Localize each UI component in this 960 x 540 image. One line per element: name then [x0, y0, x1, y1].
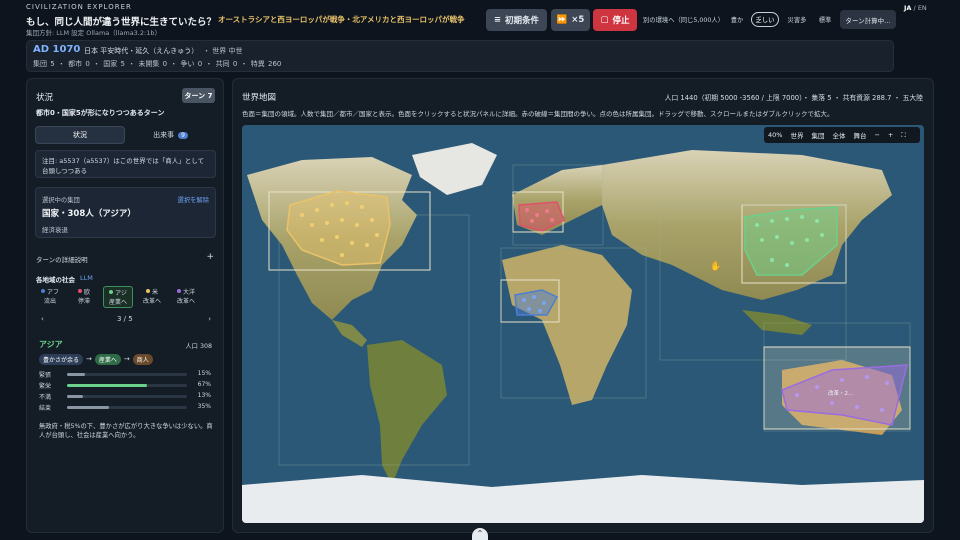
chevron-right-icon[interactable]: ›	[208, 315, 211, 323]
env-poor-chip[interactable]: 乏しい	[751, 12, 779, 27]
selected-group-state: 経済衰退	[42, 226, 68, 234]
turn-badge: ターン 7	[182, 88, 215, 103]
top-bar: CIVILIZATION EXPLORER もし、同じ人間が違う世界に生きていた…	[0, 0, 960, 38]
metric-cohesion: 結束 35%	[39, 403, 211, 412]
language-switch: JA / EN	[904, 4, 927, 12]
oceania-map-label: 改革・2…	[828, 389, 854, 397]
world-map[interactable]: 改革・2…	[242, 125, 924, 523]
metric-fill	[67, 373, 85, 376]
region-dot	[176, 289, 181, 293]
llm-tag: LLM	[80, 274, 93, 282]
current-year: AD 1070	[33, 44, 81, 55]
chevron-left-icon[interactable]: ‹	[41, 315, 44, 323]
region-africa[interactable]: アフ 流出	[35, 286, 65, 308]
env-disaster-chip[interactable]: 災害多	[782, 12, 812, 27]
region-europe[interactable]: 欧 停滞	[69, 286, 99, 308]
zoom-in-icon[interactable]: +	[884, 131, 897, 139]
expand-icon[interactable]: +	[206, 252, 214, 262]
zoom-level: 40%	[768, 131, 783, 139]
fast-forward-icon: ⏩	[556, 15, 568, 25]
japan-era: 日本 平安時代・延久（えんきゅう）	[84, 47, 199, 55]
turn-headline: 都市0・国家5が形になりつつあるターン	[36, 109, 165, 117]
region-summary: 無政府・税5%の下、豊かさが広がり大きな争いは少ない。商人が台頭し、社会は産業へ…	[39, 423, 213, 439]
society-heading: 各地域の社会	[36, 276, 75, 284]
stop-icon: ▢	[600, 15, 609, 25]
metric-fill	[67, 395, 83, 398]
selected-group-name: 国家・308人（アジア）	[42, 209, 136, 219]
arrow-right-icon: →	[86, 355, 92, 363]
region-population: 人口 308	[185, 343, 212, 350]
clear-selection-link[interactable]: 選択を解除	[178, 195, 209, 204]
arrow-right-icon: →	[123, 355, 130, 363]
zoom-out-icon[interactable]: −	[870, 131, 883, 139]
notice-box: 注目: a5537（a5537）はこの世界では「商人」として台頭しつつある	[35, 150, 216, 178]
tab-events[interactable]: 出来事 9	[126, 126, 215, 144]
tab-status[interactable]: 状況	[35, 126, 125, 144]
pager-text: 3 / 5	[117, 315, 133, 323]
lang-separator: /	[913, 4, 916, 12]
region-dot	[40, 289, 45, 293]
region-pager: ‹ 3 / 5 ›	[35, 315, 217, 327]
env-standard-chip[interactable]: 標準	[813, 12, 837, 27]
events-count-badge: 9	[178, 131, 188, 139]
llm-settings: 集団方針: LLM 設定 Ollama（llama3.2:1b）	[26, 29, 161, 37]
panel-tabs: 状況 出来事 9	[35, 126, 215, 144]
region-detail-card: アジア 人口 308 豊かさが余る → 産業へ → 商人 緊張 15% 繁栄 6…	[35, 335, 216, 439]
flow-step: 豊かさが余る	[39, 353, 84, 365]
chevron-up-icon[interactable]: ⌃	[472, 528, 488, 540]
flow-step: 商人	[132, 353, 153, 365]
war-banner: オーストラシアと西ヨーロッパが戦争・北アメリカと西ヨーロッパが戦争	[218, 15, 465, 24]
region-dot	[109, 290, 114, 294]
map-toolbar: 40% 世界 集団 全体 舞台 − + ⛶	[764, 127, 920, 143]
region-america[interactable]: 米 改革へ	[137, 286, 167, 308]
hand-cursor-icon: ✋	[710, 262, 722, 272]
region-selector: アフ 流出 欧 停滞 アジ 産業へ 米 改革へ 大洋 改革へ	[35, 286, 217, 308]
region-name: アジア	[39, 340, 63, 349]
selected-group-card: 選択中の集団 選択を解除 国家・308人（アジア） 経済衰退	[35, 187, 216, 238]
region-dot	[145, 289, 150, 293]
panel-title: 状況	[36, 93, 54, 103]
region-asia[interactable]: アジ 産業へ	[103, 286, 133, 308]
environment-label: 別の環境へ（同じ5,000人）	[643, 17, 724, 24]
view-world-button[interactable]: 世界	[786, 130, 807, 140]
region-dot	[77, 289, 82, 293]
metric-prosperity: 繁栄 67%	[39, 381, 211, 390]
world-map-panel: 世界地図 人口 1440（初期 5000 -3560 / 上限 7000）・ 集…	[232, 78, 934, 533]
map-description: 色面＝集団の領域。人数で集団／都市／国家と表示。色面をクリックすると状況パネルに…	[242, 110, 834, 118]
metric-fill	[67, 406, 109, 409]
map-stats: 人口 1440（初期 5000 -3560 / 上限 7000）・ 集落 5 ・…	[664, 94, 923, 102]
metric-discontent: 不満 13%	[39, 392, 211, 401]
stats-bar: AD 1070 日本 平安時代・延久（えんきゅう） ・ 世界 中世 集団 5 ・…	[26, 40, 894, 72]
region-oceania[interactable]: 大洋 改革へ	[171, 286, 201, 308]
stop-button[interactable]: ▢ 停止	[593, 9, 637, 31]
initial-conditions-button[interactable]: ≡ 初期条件	[486, 9, 547, 31]
lang-ja[interactable]: JA	[904, 4, 911, 12]
menu-icon: ≡	[493, 15, 502, 25]
speed-button[interactable]: ⏩ ×5	[551, 9, 590, 31]
flow-step: 産業へ	[94, 353, 121, 365]
view-groups-button[interactable]: 集団	[807, 130, 828, 140]
metric-tension: 緊張 15%	[39, 370, 211, 379]
world-era: ・ 世界 中世	[203, 47, 243, 55]
page-title: もし、同じ人間が違う世界に生きていたら？	[26, 17, 217, 28]
selected-group-label: 選択中の集団	[42, 197, 80, 204]
turn-calc-button[interactable]: ターン計算中…	[840, 10, 896, 29]
view-stage-button[interactable]: 舞台	[849, 130, 870, 140]
world-map-canvas[interactable]: 改革・2…	[242, 125, 924, 523]
world-counts: 集団 5 ・ 都市 0 ・ 国家 5 ・ 未開集 0 ・ 争い 0 ・ 共同 0…	[33, 60, 282, 68]
view-all-button[interactable]: 全体	[828, 130, 849, 140]
map-title: 世界地図	[242, 93, 277, 103]
status-panel: 状況 ターン 7 都市0・国家5が形になりつつあるターン 状況 出来事 9 注目…	[26, 78, 224, 533]
turn-details-heading[interactable]: ターンの詳細説明	[36, 254, 88, 264]
society-flow: 豊かさが余る → 産業へ → 商人	[39, 353, 153, 365]
fullscreen-icon[interactable]: ⛶	[897, 131, 910, 140]
app-name: CIVILIZATION EXPLORER	[26, 3, 132, 11]
lang-en[interactable]: EN	[918, 4, 927, 12]
env-rich-chip[interactable]: 豊か	[726, 12, 748, 27]
metric-fill	[67, 384, 148, 387]
